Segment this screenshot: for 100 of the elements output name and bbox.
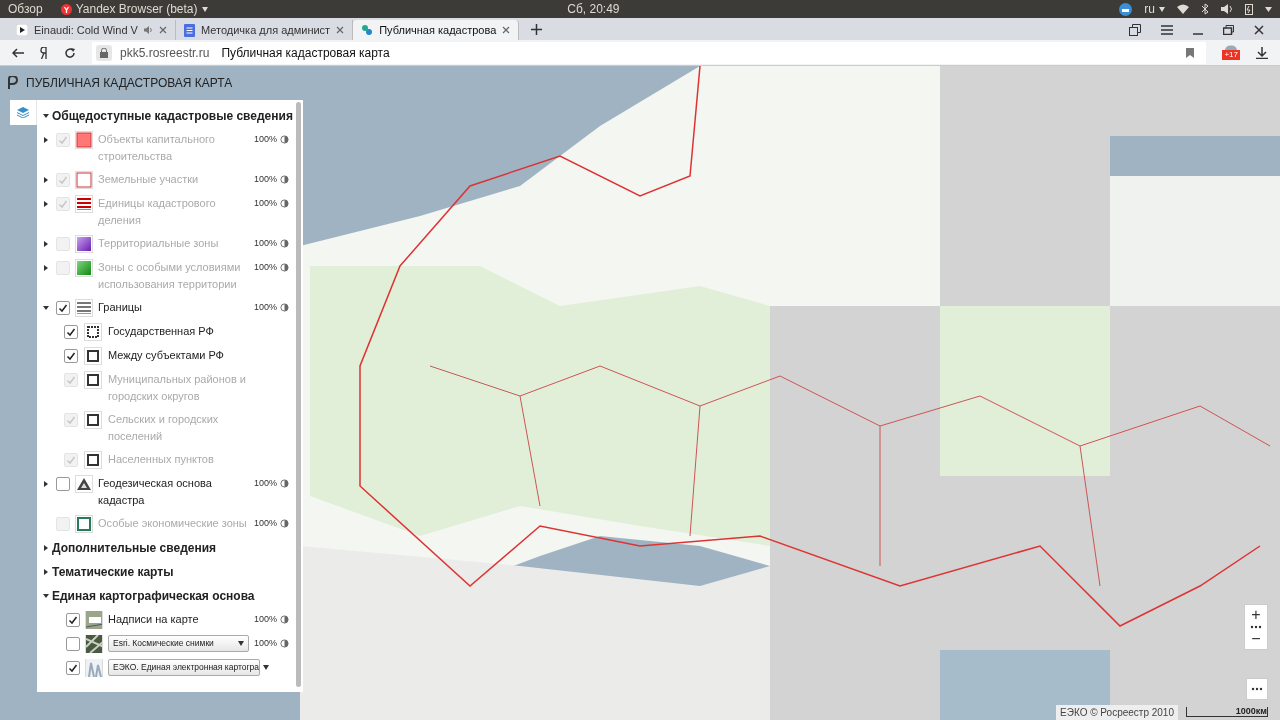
back-icon[interactable] [12, 47, 24, 58]
legend-icon [76, 476, 92, 492]
volume-icon[interactable] [1221, 4, 1233, 14]
battery-icon[interactable] [1245, 3, 1253, 15]
opacity-icon[interactable] [280, 175, 289, 184]
play-icon [16, 24, 28, 36]
menu-icon[interactable] [1161, 25, 1173, 35]
section-caret-icon[interactable] [43, 593, 49, 599]
close-tab-icon[interactable] [502, 26, 511, 34]
opacity-value: 100% [253, 132, 277, 146]
dropdown-caret-icon[interactable] [1159, 6, 1165, 12]
opacity-icon[interactable] [280, 519, 289, 528]
section-header[interactable]: Общедоступные кадастровые сведения [52, 107, 293, 125]
section-caret-icon[interactable] [43, 569, 49, 575]
expand-caret-icon[interactable] [43, 480, 49, 487]
app-indicator-icon[interactable] [1119, 2, 1133, 16]
more-icon [1251, 687, 1263, 691]
basemap-select[interactable]: Esri. Космические снимки [108, 635, 249, 652]
reload-icon[interactable] [64, 46, 76, 59]
app-menu[interactable]: Yandex Browser (beta) [75, 0, 208, 18]
section-caret-icon[interactable] [43, 545, 49, 551]
address-field[interactable]: pkk5.rosreestr.ru Публичная кадастровая карта [92, 41, 1207, 64]
opacity-icon[interactable] [280, 479, 289, 488]
layer-label[interactable]: Между субъектами РФ [108, 347, 224, 364]
legend-icon [76, 196, 92, 212]
opacity-value: 100% [253, 516, 277, 530]
opacity-value: 100% [253, 300, 277, 314]
section-header[interactable]: Дополнительные сведения [52, 539, 217, 557]
zoom-levels-icon[interactable] [1250, 625, 1262, 629]
checkbox[interactable] [64, 324, 78, 339]
satellite-thumbnail-icon [86, 635, 102, 653]
opacity-value: 100% [253, 476, 277, 490]
opacity-icon[interactable] [280, 303, 289, 312]
layer-label[interactable]: Надписи на карте [108, 611, 249, 628]
page-title: Публичная кадастровая карта [221, 44, 390, 62]
section-header[interactable]: Единая картографическая основа [52, 587, 255, 605]
more-button[interactable] [1246, 678, 1268, 700]
layer-label[interactable]: Границы [98, 299, 249, 316]
language-indicator[interactable]: ru [1144, 0, 1165, 18]
opacity-icon[interactable] [280, 639, 289, 648]
legend-icon [76, 172, 92, 188]
dropdown-caret-icon[interactable] [237, 641, 244, 646]
opacity-value: 100% [253, 172, 277, 186]
zoom-out-button[interactable]: − [1245, 629, 1267, 649]
map-attribution: ЕЭКО © Росреестр 2010 [1056, 705, 1178, 720]
opacity-icon[interactable] [280, 135, 289, 144]
legend-icon [86, 325, 100, 339]
restore-icon[interactable] [1223, 25, 1234, 35]
opacity-value: 100% [253, 612, 277, 626]
bluetooth-icon[interactable] [1201, 3, 1209, 15]
system-menu-caret-icon[interactable] [1265, 6, 1272, 12]
scale-bar: 1000км [1186, 707, 1268, 717]
legend-icon [76, 516, 92, 532]
legend-icon [86, 349, 100, 363]
clock[interactable]: Сб, 20:49 [207, 0, 1120, 18]
close-tab-icon[interactable] [158, 26, 167, 34]
opacity-icon[interactable] [280, 239, 289, 248]
bookmark-icon[interactable] [1186, 47, 1195, 58]
section-caret-icon[interactable] [43, 113, 49, 119]
close-tab-icon[interactable] [336, 26, 345, 34]
close-icon[interactable] [1254, 25, 1264, 35]
layers-button[interactable] [10, 100, 37, 125]
opacity-icon[interactable] [280, 615, 289, 624]
browser-tab[interactable]: Публичная кадастрова [353, 20, 520, 40]
checkbox[interactable] [56, 476, 70, 491]
opacity-value: 100% [253, 236, 277, 250]
map-thumbnail-icon [86, 659, 102, 677]
document-icon [183, 23, 195, 37]
checkbox[interactable] [66, 612, 80, 627]
lock-icon[interactable] [100, 47, 108, 58]
opacity-icon[interactable] [280, 263, 289, 272]
layers-icon [17, 107, 29, 118]
opacity-value: 100% [253, 260, 277, 274]
labels-thumbnail-icon [86, 611, 102, 629]
zoom-in-button[interactable]: + [1245, 605, 1267, 625]
download-icon[interactable] [1256, 46, 1268, 59]
speaker-icon[interactable] [143, 26, 153, 34]
checkbox[interactable] [66, 636, 80, 651]
dropdown-caret-icon[interactable] [263, 665, 270, 670]
checkbox[interactable] [56, 300, 70, 315]
opacity-icon[interactable] [280, 199, 289, 208]
layer-label[interactable]: Геодезическая основа кадастра [98, 475, 249, 509]
expand-caret-icon[interactable] [43, 304, 49, 311]
dropdown-caret-icon[interactable] [201, 6, 208, 12]
layer-label[interactable]: Государственная РФ [108, 323, 214, 340]
legend-icon [86, 453, 100, 467]
tab-title: Публичная кадастрова [379, 22, 497, 38]
checkbox[interactable] [66, 660, 80, 675]
tabs-icon[interactable] [1129, 24, 1141, 36]
site-logo-icon [361, 24, 374, 36]
map-title: ПУБЛИЧНАЯ КАДАСТРОВАЯ КАРТА [26, 75, 233, 92]
yandex-letter-icon[interactable] [40, 46, 48, 59]
scrollbar-thumb[interactable] [296, 102, 301, 687]
section-header[interactable]: Тематические карты [52, 563, 174, 581]
new-tab-icon[interactable] [531, 24, 543, 35]
checkbox[interactable] [64, 348, 78, 363]
wifi-icon[interactable] [1177, 4, 1189, 14]
opacity-value: 100% [253, 196, 277, 210]
opacity-value: 100% [253, 636, 277, 650]
activities-button[interactable]: Обзор [8, 0, 43, 18]
